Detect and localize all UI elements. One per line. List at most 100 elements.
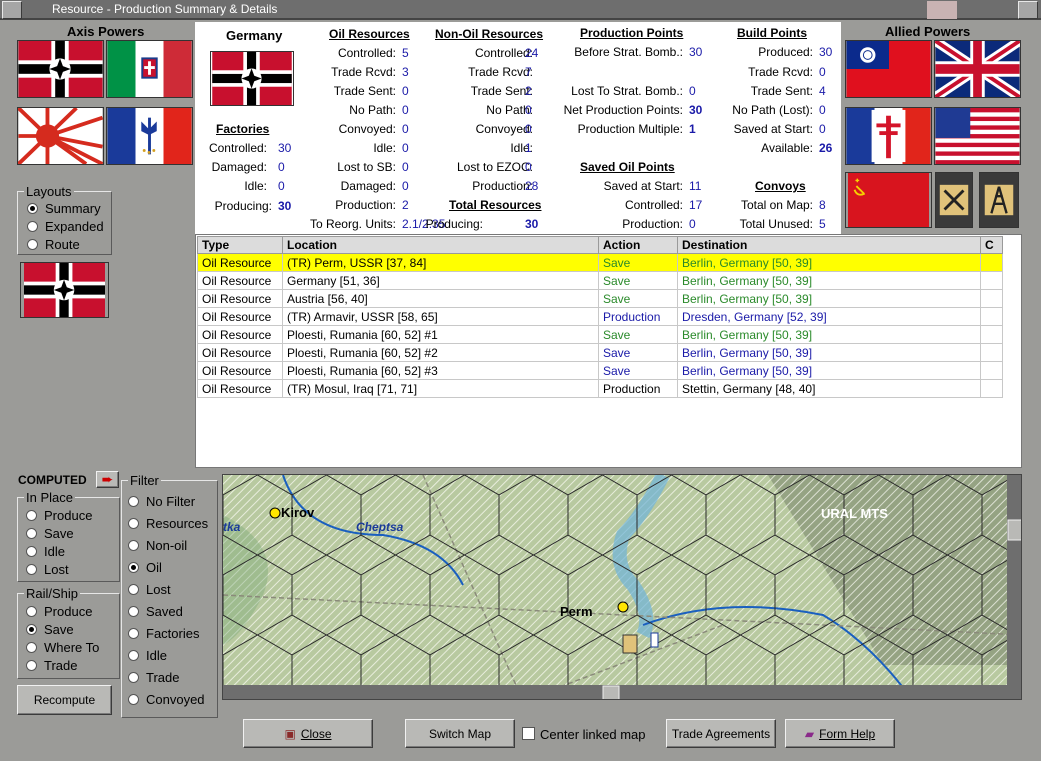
- mini-map[interactable]: Kirov Cheptsa tka URAL MTS Perm: [222, 474, 1022, 700]
- computed-arrow-button[interactable]: ➨: [96, 471, 119, 488]
- build-points-title: Build Points: [737, 26, 807, 40]
- cell-c: [980, 343, 1003, 362]
- radio-icon: [128, 650, 139, 661]
- factories-damaged-value: 0: [278, 160, 285, 174]
- radio-label: Expanded: [45, 219, 104, 234]
- convoys-row-value: 8: [819, 198, 826, 212]
- filter-oil-radio[interactable]: Oil: [128, 560, 162, 575]
- cell-location: (TR) Perm, USSR [37, 84]: [282, 253, 599, 272]
- map-vertical-scrollbar[interactable]: [1007, 475, 1022, 685]
- oil-row-label: Trade Rcvd:: [331, 65, 396, 79]
- col-destination-header[interactable]: Destination: [677, 236, 981, 254]
- map-unit-marker-icon[interactable]: [650, 632, 659, 648]
- japan-flag[interactable]: [17, 107, 104, 165]
- factories-controlled-value: 30: [278, 141, 292, 155]
- filter-convoyed-radio[interactable]: Convoyed: [128, 692, 205, 707]
- inplace-idle-radio[interactable]: Idle: [26, 544, 65, 559]
- col-c-header[interactable]: C: [980, 236, 1003, 254]
- map-vscroll-thumb[interactable]: [1007, 519, 1022, 541]
- cell-type: Oil Resource: [197, 307, 283, 326]
- bp-row-label: Produced:: [758, 45, 813, 59]
- layouts-title: Layouts: [24, 184, 74, 199]
- cell-destination: Berlin, Germany [50, 39]: [677, 361, 981, 380]
- railship-where-to-radio[interactable]: Where To: [26, 640, 99, 655]
- uk-flag[interactable]: [934, 40, 1021, 98]
- filter-trade-radio[interactable]: Trade: [128, 670, 179, 685]
- filter-non-oil-radio[interactable]: Non-oil: [128, 538, 187, 553]
- switch-map-button[interactable]: Switch Map: [405, 719, 515, 748]
- table-row[interactable]: Oil Resource Ploesti, Rumania [60, 52] #1…: [197, 325, 1003, 344]
- factories-idle-value: 0: [278, 179, 285, 193]
- filter-saved-radio[interactable]: Saved: [128, 604, 183, 619]
- radio-icon: [27, 203, 38, 214]
- map-hscroll-thumb[interactable]: [602, 685, 620, 700]
- radio-icon: [128, 606, 139, 617]
- map-oil-marker-icon[interactable]: [622, 634, 638, 654]
- nonoil-row-label: Trade Rcvd:: [468, 65, 533, 79]
- filter-lost-radio[interactable]: Lost: [128, 582, 171, 597]
- production-points-title: Production Points: [580, 26, 684, 40]
- free-france-flag[interactable]: [845, 107, 932, 165]
- filter-resources-radio[interactable]: Resources: [128, 516, 208, 531]
- country-flag: [210, 51, 294, 106]
- table-row[interactable]: Oil Resource Germany [51, 36] Save Berlin, …: [197, 271, 1003, 290]
- bp-row-value: 30: [819, 45, 833, 59]
- col-location-header[interactable]: Location: [282, 236, 599, 254]
- bp-row-label: Saved at Start:: [733, 122, 813, 136]
- table-row[interactable]: Oil Resource Ploesti, Rumania [60, 52] #2…: [197, 343, 1003, 362]
- railship-save-radio[interactable]: Save: [26, 622, 74, 637]
- savedoil-row-value: 17: [689, 198, 703, 212]
- close-button[interactable]: ▣ Close: [243, 719, 373, 748]
- layout-expanded-radio[interactable]: Expanded: [27, 219, 104, 234]
- italy-flag[interactable]: [106, 40, 193, 98]
- radio-label: Oil: [146, 560, 162, 575]
- radio-icon: [128, 694, 139, 705]
- radio-label: Lost: [44, 562, 69, 577]
- center-linked-checkbox[interactable]: [522, 727, 535, 740]
- table-row[interactable]: Oil Resource (TR) Armavir, USSR [58, 65] P…: [197, 307, 1003, 326]
- usa-flag[interactable]: [934, 107, 1021, 165]
- layout-route-radio[interactable]: Route: [27, 237, 80, 252]
- savedoil-row-label: Controlled:: [624, 198, 683, 212]
- cell-destination: Berlin, Germany [50, 39]: [677, 271, 981, 290]
- inplace-save-radio[interactable]: Save: [26, 526, 74, 541]
- table-row[interactable]: Oil Resource Ploesti, Rumania [60, 52] #3…: [197, 361, 1003, 380]
- col-type-header[interactable]: Type: [197, 236, 283, 254]
- radio-label: Non-oil: [146, 538, 188, 553]
- trade-agreements-button[interactable]: Trade Agreements: [666, 719, 776, 748]
- factories-idle-label: Idle:: [244, 179, 267, 193]
- col-action-header[interactable]: Action: [598, 236, 678, 254]
- form-help-button[interactable]: ▰ Form Help: [785, 719, 895, 748]
- window-close-button[interactable]: [1018, 1, 1038, 19]
- railship-produce-radio[interactable]: Produce: [26, 604, 92, 619]
- cell-destination: Berlin, Germany [50, 39]: [677, 325, 981, 344]
- filter-no-filter-radio[interactable]: No Filter: [128, 494, 195, 509]
- ussr-flag[interactable]: [845, 172, 932, 228]
- table-row[interactable]: Oil Resource (TR) Perm, USSR [37, 84] Save…: [197, 253, 1003, 272]
- system-menu-button[interactable]: [2, 1, 22, 19]
- china-flag[interactable]: [845, 40, 932, 98]
- table-row[interactable]: Oil Resource (TR) Mosul, Iraq [71, 71] Pro…: [197, 379, 1003, 398]
- map-horizontal-scrollbar[interactable]: [223, 685, 1022, 700]
- filter-factories-radio[interactable]: Factories: [128, 626, 199, 641]
- cell-location: (TR) Armavir, USSR [58, 65]: [282, 307, 599, 326]
- vichy-france-flag[interactable]: [106, 107, 193, 165]
- railship-trade-radio[interactable]: Trade: [26, 658, 77, 673]
- oil-derrick-icon[interactable]: [979, 172, 1019, 228]
- recompute-button[interactable]: Recompute: [17, 685, 112, 715]
- germany-flag[interactable]: [17, 40, 104, 98]
- resource-table: Type Location Action Destination C Oil R…: [195, 234, 1022, 468]
- cell-type: Oil Resource: [197, 289, 283, 308]
- oil-row-label: To Reorg. Units:: [309, 217, 396, 231]
- layout-summary-radio[interactable]: Summary: [27, 201, 101, 216]
- bp-row-value: 0: [819, 65, 826, 79]
- resource-icon[interactable]: [935, 172, 973, 228]
- inplace-produce-radio[interactable]: Produce: [26, 508, 92, 523]
- in-place-title: In Place: [24, 490, 75, 505]
- inplace-lost-radio[interactable]: Lost: [26, 562, 69, 577]
- radio-label: Factories: [146, 626, 200, 641]
- cell-type: Oil Resource: [197, 325, 283, 344]
- table-row[interactable]: Oil Resource Austria [56, 40] Save Berlin, …: [197, 289, 1003, 308]
- pp-row-label: Lost To Strat. Bomb.:: [571, 84, 683, 98]
- filter-idle-radio[interactable]: Idle: [128, 648, 167, 663]
